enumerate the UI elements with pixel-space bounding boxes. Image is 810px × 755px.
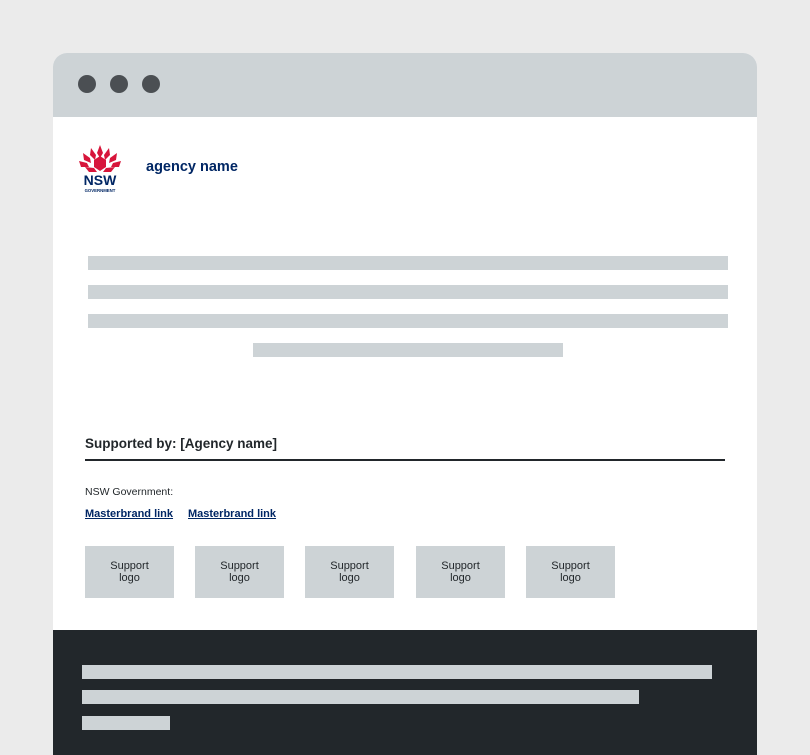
window-titlebar [53, 53, 757, 117]
window-dot-icon[interactable] [142, 75, 160, 93]
masterbrand-link[interactable]: Masterbrand link [85, 508, 173, 520]
footer-placeholder-line [82, 690, 639, 704]
content-placeholder-line [88, 314, 728, 328]
browser-window: NSW GOVERNMENT agency name Supported by:… [53, 53, 757, 755]
support-logo[interactable]: Support logo [195, 546, 284, 598]
support-logo-label: Support logo [551, 560, 590, 584]
nsw-government-label: NSW Government: [85, 486, 174, 498]
support-logo[interactable]: Support logo [85, 546, 174, 598]
window-dot-icon[interactable] [78, 75, 96, 93]
content-placeholder-line [88, 256, 728, 270]
page-footer [53, 630, 757, 755]
footer-placeholder-line [82, 716, 170, 730]
footer-placeholder-line [82, 665, 712, 679]
logo-subtext: GOVERNMENT [85, 188, 116, 193]
content-placeholder-line [253, 343, 563, 357]
content-placeholder-line [88, 285, 728, 299]
support-logo-label: Support logo [330, 560, 369, 584]
support-logo[interactable]: Support logo [305, 546, 394, 598]
supported-by-heading: Supported by: [Agency name] [85, 436, 278, 451]
logo-text: NSW [84, 172, 117, 188]
support-logo-label: Support logo [441, 560, 480, 584]
waratah-icon [79, 145, 121, 172]
masterbrand-link[interactable]: Masterbrand link [188, 508, 276, 520]
nsw-government-logo[interactable]: NSW GOVERNMENT [77, 143, 123, 193]
support-logo-label: Support logo [220, 560, 259, 584]
support-logo[interactable]: Support logo [416, 546, 505, 598]
agency-name: agency name [146, 159, 238, 175]
section-divider [85, 459, 725, 461]
support-logo-label: Support logo [110, 560, 149, 584]
support-logo[interactable]: Support logo [526, 546, 615, 598]
window-dot-icon[interactable] [110, 75, 128, 93]
